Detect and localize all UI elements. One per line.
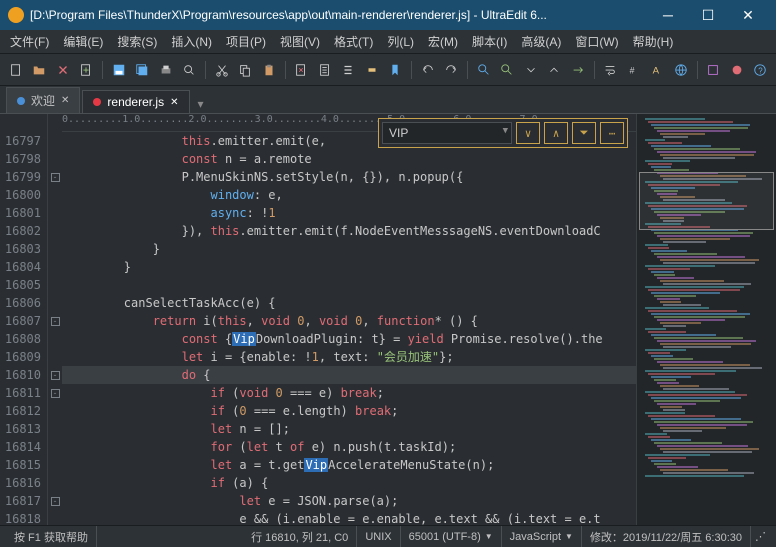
find-filter-button[interactable]: ⏷: [572, 122, 596, 144]
copy-icon[interactable]: [236, 59, 256, 81]
redo-icon[interactable]: [442, 59, 462, 81]
replace-icon[interactable]: [498, 59, 518, 81]
find-prev-icon[interactable]: [545, 59, 565, 81]
list-icon[interactable]: [339, 59, 359, 81]
paste-icon[interactable]: [259, 59, 279, 81]
status-grip-icon[interactable]: ⋰: [751, 526, 770, 547]
menu-item[interactable]: 高级(A): [515, 31, 567, 52]
status-help: 按 F1 获取帮助: [6, 526, 97, 547]
code-editor[interactable]: 0.........1.0........2.0........3.0.....…: [62, 114, 636, 525]
find-icon[interactable]: [474, 59, 494, 81]
tab-dot-icon: [93, 98, 101, 106]
status-language[interactable]: JavaScript▼: [502, 526, 582, 547]
status-position: 行 16810, 列 21, C0: [243, 526, 357, 547]
menu-item[interactable]: 脚本(I): [466, 31, 513, 52]
status-eol[interactable]: UNIX: [357, 526, 400, 547]
print-icon[interactable]: [156, 59, 176, 81]
dropdown-icon[interactable]: ▼: [503, 126, 508, 136]
undo-icon[interactable]: [418, 59, 438, 81]
menu-item[interactable]: 项目(P): [220, 31, 272, 52]
close-file-icon[interactable]: [53, 59, 73, 81]
save-all-icon[interactable]: [133, 59, 153, 81]
minimap[interactable]: [636, 114, 776, 525]
tab-close-icon[interactable]: ✕: [170, 97, 178, 108]
file-action-icon[interactable]: [77, 59, 97, 81]
tab[interactable]: renderer.js ✕: [82, 90, 189, 113]
tool-icon-2[interactable]: [727, 59, 747, 81]
maximize-button[interactable]: ☐: [688, 1, 728, 29]
find-input[interactable]: [382, 122, 512, 144]
menu-item[interactable]: 帮助(H): [627, 31, 680, 52]
menu-item[interactable]: 窗口(W): [569, 31, 624, 52]
file-list-icon[interactable]: [315, 59, 335, 81]
tab-add-button[interactable]: ▾: [192, 95, 210, 113]
menu-item[interactable]: 插入(N): [165, 31, 218, 52]
find-next-icon[interactable]: [521, 59, 541, 81]
highlight-icon[interactable]: [362, 59, 382, 81]
tab-close-icon[interactable]: ✕: [61, 95, 69, 106]
menu-item[interactable]: 编辑(E): [57, 31, 109, 52]
minimize-button[interactable]: ─: [648, 1, 688, 29]
menu-item[interactable]: 搜索(S): [111, 31, 163, 52]
find-bar: ▼ ∨ ∧ ⏷ ⋯: [378, 118, 628, 148]
menu-item[interactable]: 格式(T): [328, 31, 379, 52]
menubar: 文件(F)编辑(E)搜索(S)插入(N)项目(P)视图(V)格式(T)列(L)宏…: [0, 30, 776, 54]
svg-text:A: A: [653, 65, 660, 76]
find-prev-button[interactable]: ∧: [544, 122, 568, 144]
tag-a-icon[interactable]: A: [648, 59, 668, 81]
toolbar: # A ?: [0, 54, 776, 86]
print-preview-icon[interactable]: [180, 59, 200, 81]
line-number-gutter: 1679716798167991680016801168021680316804…: [0, 114, 48, 525]
wrap-icon[interactable]: [601, 59, 621, 81]
new-file-icon[interactable]: [6, 59, 26, 81]
status-modified: 修改：2019/11/22/周五 6:30:30: [582, 526, 751, 547]
line-numbers-icon[interactable]: #: [624, 59, 644, 81]
tab-label: 欢迎: [31, 92, 55, 109]
status-encoding[interactable]: 65001 (UTF-8)▼: [401, 526, 502, 547]
tab-label: renderer.js: [107, 95, 164, 109]
fold-gutter[interactable]: -----: [48, 114, 62, 525]
find-more-button[interactable]: ⋯: [600, 122, 624, 144]
tab[interactable]: 欢迎 ✕: [6, 87, 80, 113]
delete-icon[interactable]: [292, 59, 312, 81]
browser-icon[interactable]: [671, 59, 691, 81]
window-title: [D:\Program Files\ThunderX\Program\resou…: [30, 8, 648, 22]
svg-text:?: ?: [759, 66, 764, 75]
menu-item[interactable]: 视图(V): [274, 31, 326, 52]
tab-dot-icon: [17, 97, 25, 105]
open-file-icon[interactable]: [30, 59, 50, 81]
find-next-button[interactable]: ∨: [516, 122, 540, 144]
menu-item[interactable]: 宏(M): [422, 31, 464, 52]
menu-item[interactable]: 列(L): [381, 31, 420, 52]
bookmark-icon[interactable]: [386, 59, 406, 81]
cut-icon[interactable]: [212, 59, 232, 81]
titlebar: [D:\Program Files\ThunderX\Program\resou…: [0, 0, 776, 30]
menu-item[interactable]: 文件(F): [4, 31, 55, 52]
tabbar: 欢迎 ✕ renderer.js ✕ ▾: [0, 86, 776, 114]
app-icon: [8, 7, 24, 23]
statusbar: 按 F1 获取帮助 行 16810, 列 21, C0 UNIX 65001 (…: [0, 525, 776, 547]
tool-icon-1[interactable]: [704, 59, 724, 81]
close-button[interactable]: ✕: [728, 1, 768, 29]
minimap-viewport[interactable]: [639, 172, 774, 230]
help-icon[interactable]: ?: [751, 59, 771, 81]
save-icon[interactable]: [109, 59, 129, 81]
goto-icon[interactable]: [568, 59, 588, 81]
svg-text:#: #: [629, 65, 634, 75]
